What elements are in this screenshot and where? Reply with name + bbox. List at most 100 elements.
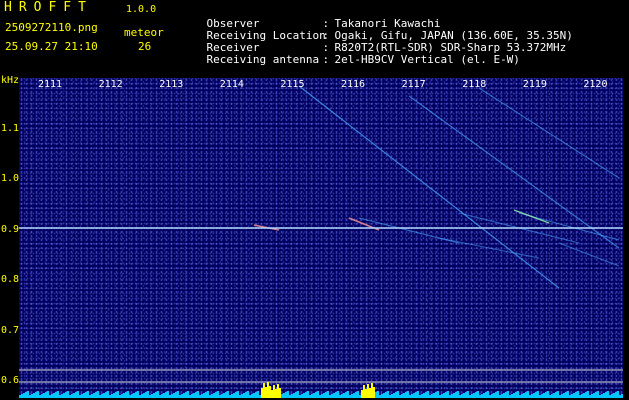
activity-bar <box>363 385 365 398</box>
activity-bar <box>257 391 259 398</box>
activity-bar <box>583 393 585 398</box>
activity-bar <box>181 394 183 398</box>
activity-bar <box>177 391 179 398</box>
activity-bar <box>175 392 177 398</box>
activity-bar <box>411 394 413 398</box>
activity-bar <box>205 392 207 398</box>
activity-bar <box>403 393 405 398</box>
activity-bar <box>597 391 599 398</box>
activity-bar <box>247 391 249 398</box>
activity-bar <box>381 394 383 398</box>
activity-bar <box>439 395 441 398</box>
activity-bar <box>209 395 211 398</box>
activity-bar <box>189 395 191 398</box>
activity-bar <box>239 395 241 398</box>
activity-bar <box>327 391 329 398</box>
meteor-traces <box>253 85 620 289</box>
info-row-antenna: Receiving antenna:2el-HB9CV Vertical (el… <box>180 40 520 79</box>
frequency-tick-label: 1.1 <box>1 123 20 134</box>
activity-bar <box>491 394 493 398</box>
activity-bar <box>229 395 231 398</box>
activity-bar <box>161 394 163 398</box>
spectrogram-plot <box>19 78 623 398</box>
activity-bar <box>523 393 525 398</box>
activity-bar <box>221 394 223 398</box>
activity-bar <box>417 391 419 398</box>
activity-bar <box>203 393 205 398</box>
meteor-trace <box>298 85 560 289</box>
activity-bar <box>65 392 67 398</box>
activity-bar <box>505 392 507 398</box>
activity-bar <box>283 393 285 398</box>
activity-bar <box>407 391 409 398</box>
activity-bar <box>577 391 579 398</box>
activity-bar <box>373 387 375 398</box>
activity-bar <box>217 391 219 398</box>
activity-bar <box>79 395 81 398</box>
activity-bar <box>311 394 313 398</box>
activity-bar <box>197 391 199 398</box>
activity-bar <box>575 392 577 398</box>
activity-bar <box>477 391 479 398</box>
activity-bar <box>129 395 131 398</box>
activity-bar <box>579 395 581 398</box>
activity-bar <box>27 391 29 398</box>
activity-bar <box>111 394 113 398</box>
activity-bar <box>167 391 169 398</box>
activity-bar <box>485 392 487 398</box>
activity-bar <box>279 388 281 398</box>
activity-bar <box>123 393 125 398</box>
activity-bar <box>57 391 59 398</box>
activity-bar <box>501 394 503 398</box>
activity-bar <box>539 395 541 398</box>
activity-bar <box>249 395 251 398</box>
activity-bar <box>149 395 151 398</box>
date-time: 25.09.27 21:10 <box>5 40 98 53</box>
activity-bar <box>235 392 237 398</box>
activity-bar <box>365 389 367 398</box>
activity-bar <box>31 394 33 398</box>
activity-bar <box>201 394 203 398</box>
activity-bar <box>85 392 87 398</box>
activity-bar <box>421 394 423 398</box>
activity-bar <box>135 392 137 398</box>
activity-bar <box>227 391 229 398</box>
meteor-count: 26 <box>138 40 152 53</box>
time-tick-label: 2113 <box>159 79 184 90</box>
activity-bar <box>493 393 495 398</box>
activity-bar <box>521 394 523 398</box>
activity-bar <box>379 395 381 398</box>
activity-bar <box>335 392 337 398</box>
activity-bar <box>119 395 121 398</box>
activity-bar <box>297 391 299 398</box>
activity-bar <box>447 391 449 398</box>
activity-bar <box>107 391 109 398</box>
file-name: 2509272110.png <box>5 21 98 34</box>
activity-bar <box>455 392 457 398</box>
activity-bar <box>115 392 117 398</box>
activity-bar <box>619 395 621 398</box>
activity-bar <box>529 395 531 398</box>
activity-bar <box>77 391 79 398</box>
activity-bar <box>405 392 407 398</box>
activity-bar <box>413 393 415 398</box>
activity-bar <box>253 393 255 398</box>
activity-bar <box>495 392 497 398</box>
activity-bar <box>431 394 433 398</box>
activity-bar <box>303 393 305 398</box>
activity-bar <box>429 395 431 398</box>
activity-bar <box>63 393 65 398</box>
activity-bar <box>559 395 561 398</box>
frequency-tick-label: 0.9 <box>1 223 20 235</box>
activity-bar <box>399 395 401 398</box>
time-tick-label: 2120 <box>583 79 608 90</box>
activity-bar <box>479 395 481 398</box>
activity-bar <box>605 392 607 398</box>
activity-bar <box>615 392 617 398</box>
activity-bar <box>329 395 331 398</box>
activity-bar <box>609 395 611 398</box>
activity-bar <box>267 382 269 398</box>
meteor-trace <box>513 209 550 224</box>
activity-bar <box>395 392 397 398</box>
activity-bar <box>125 392 127 398</box>
